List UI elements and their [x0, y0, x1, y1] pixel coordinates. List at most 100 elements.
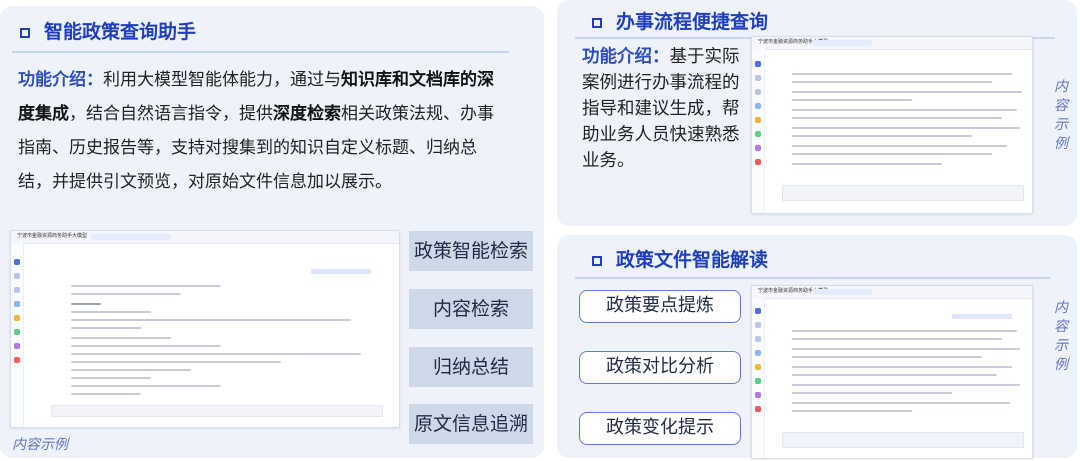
panel-title-text: 办事流程便捷查询	[616, 11, 769, 33]
app-title: 宁波市金融资源商务助手大模型	[17, 233, 88, 239]
text-line	[792, 410, 912, 412]
text-line	[792, 366, 1012, 368]
text-line	[792, 330, 1017, 332]
feature-change-alert: 政策变化提示	[579, 412, 741, 445]
feature-source-tracing: 原文信息追溯	[409, 404, 533, 444]
text-line	[71, 319, 351, 321]
text-line	[71, 377, 151, 379]
intro-text: 利用大模型智能体能力，通过与	[103, 70, 341, 90]
app-screenshot-thumbnail: 宁波市金融资源商务助手大模型	[10, 230, 400, 428]
sidebar-icon	[755, 75, 761, 81]
example-caption-vertical: 内容示例	[1054, 79, 1068, 152]
sidebar-icon	[755, 392, 761, 398]
sidebar-icon	[14, 273, 20, 279]
sidebar-icon	[755, 336, 761, 342]
feature-key-point-extraction: 政策要点提炼	[579, 290, 741, 323]
app-tab	[812, 289, 872, 295]
title-divider	[575, 277, 1050, 279]
app-topbar: 宁波市金融资源商务助手大模型	[752, 286, 1032, 299]
title-divider	[12, 51, 509, 53]
text-line	[792, 374, 997, 376]
intro-emphasis: 深度检索	[273, 104, 341, 124]
app-topbar: 宁波市金融资源商务助手大模型	[11, 231, 399, 244]
sidebar-icon	[755, 103, 761, 109]
sidebar-icon	[755, 117, 761, 123]
sidebar-icon	[14, 329, 20, 335]
panel-policy-query-assistant: 智能政策查询助手 功能介绍：利用大模型智能体能力，通过与知识库和文档库的深度集成…	[0, 6, 544, 458]
text-line	[792, 153, 992, 155]
sidebar-icon	[755, 322, 761, 328]
checkbox-square-icon	[592, 17, 602, 28]
sidebar-icon	[14, 301, 20, 307]
example-caption-vertical: 内容示例	[1054, 300, 1068, 373]
sidebar-icon	[755, 145, 761, 151]
text-line	[792, 127, 1020, 129]
text-line	[792, 109, 1017, 111]
feature-intro: 功能介绍：利用大模型智能体能力，通过与知识库和文档库的深度集成，结合自然语言指令…	[18, 63, 508, 199]
input-box	[782, 432, 1024, 448]
text-line	[792, 384, 1020, 386]
app-sidebar	[752, 298, 765, 458]
text-line	[792, 135, 972, 137]
text-line	[71, 293, 181, 295]
feature-content-search: 内容检索	[409, 289, 533, 329]
sidebar-icon	[755, 378, 761, 384]
text-line	[792, 91, 1022, 93]
query-bubble	[952, 314, 1012, 319]
app-screenshot-thumbnail: 宁波市金融资源商务助手大模型	[751, 36, 1033, 214]
text-line	[792, 356, 982, 358]
text-line	[71, 353, 361, 355]
app-screenshot-thumbnail: 宁波市金融资源商务助手大模型	[751, 285, 1033, 459]
sidebar-icon	[755, 61, 761, 67]
sidebar-icon	[14, 343, 20, 349]
text-line	[71, 327, 141, 329]
feature-policy-smart-search: 政策智能检索	[409, 231, 533, 271]
feature-summarization: 归纳总结	[409, 347, 533, 387]
text-line	[792, 99, 912, 101]
checkbox-square-icon	[592, 255, 602, 266]
app-sidebar	[11, 243, 24, 427]
intro-text: ，结合自然语言指令，提供	[69, 104, 273, 124]
input-box	[51, 405, 383, 417]
panel-title: 政策文件智能解读	[592, 245, 768, 272]
example-caption: 内容示例	[12, 437, 68, 453]
panel-title: 办事流程便捷查询	[592, 7, 768, 34]
text-line	[792, 348, 1020, 350]
text-line	[71, 285, 221, 287]
text-line	[792, 163, 942, 165]
sidebar-icon	[14, 259, 20, 265]
query-bubble	[311, 269, 371, 274]
app-tab	[812, 40, 872, 46]
text-line	[71, 385, 221, 387]
text-line	[71, 393, 141, 395]
intro-label: 功能介绍：	[582, 47, 670, 67]
panel-title: 智能政策查询助手	[20, 17, 196, 44]
input-box	[782, 185, 1024, 201]
text-line	[792, 145, 1007, 147]
sidebar-icon	[755, 406, 761, 412]
text-line	[792, 338, 1002, 340]
sidebar-icon	[755, 308, 761, 314]
text-line	[792, 117, 1002, 119]
text-line	[792, 73, 1012, 75]
intro-label: 功能介绍：	[18, 70, 103, 90]
sidebar-icon	[14, 315, 20, 321]
panel-title-text: 政策文件智能解读	[616, 249, 769, 271]
feature-policy-comparison: 政策对比分析	[579, 351, 741, 384]
panel-policy-interpretation: 政策文件智能解读 政策要点提炼 政策对比分析 政策变化提示 宁波市金融资源商务助…	[557, 235, 1077, 459]
panel-title-text: 智能政策查询助手	[44, 21, 197, 43]
text-line	[71, 369, 191, 371]
app-topbar: 宁波市金融资源商务助手大模型	[752, 37, 1032, 50]
text-line	[71, 361, 281, 363]
panel-process-query: 办事流程便捷查询 功能介绍：基于实际案例进行办事流程的指导和建议生成，帮助业务人…	[557, 0, 1077, 226]
text-line	[792, 81, 992, 83]
app-tab	[91, 234, 171, 240]
text-line	[71, 303, 101, 305]
text-line	[792, 392, 952, 394]
sidebar-icon	[755, 364, 761, 370]
sidebar-icon	[14, 357, 20, 363]
feature-intro: 功能介绍：基于实际案例进行办事流程的指导和建议生成，帮助业务人员快速熟悉业务。	[582, 44, 744, 174]
text-line	[71, 311, 151, 313]
text-line	[71, 345, 221, 347]
sidebar-icon	[14, 287, 20, 293]
